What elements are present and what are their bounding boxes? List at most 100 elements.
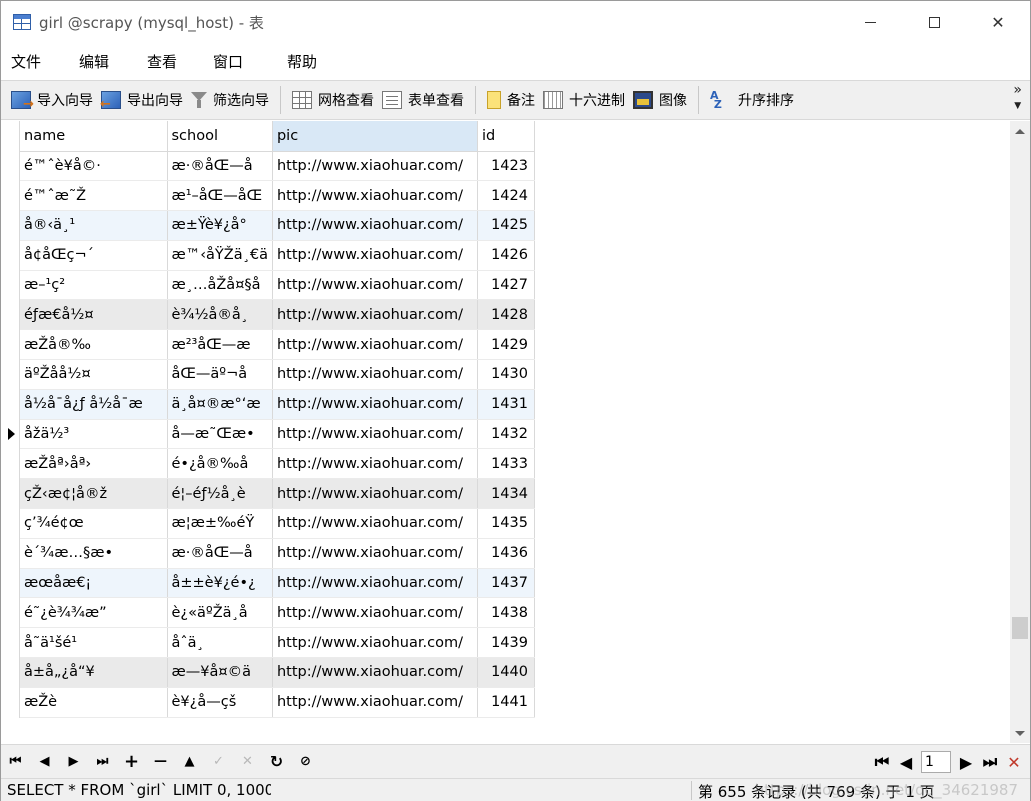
table-row[interactable]: æŽè è¥¿å—çš http://www.xiaohuar.com/1441 [20, 687, 535, 718]
cell-name[interactable]: å¢åŒç¬´ [20, 240, 168, 271]
cell-id[interactable]: 1431 [477, 389, 535, 420]
cell-pic[interactable]: http://www.xiaohuar.com/ [272, 568, 478, 599]
cell-pic[interactable]: http://www.xiaohuar.com/ [272, 508, 478, 539]
cell-name[interactable]: å˜ä¹šé¹ [20, 627, 168, 659]
table-row[interactable]: åžä½³ å—æ˜Œæ• http://www.xiaohuar.com/1432 [20, 419, 535, 450]
column-header-id[interactable]: id [477, 121, 535, 152]
cell-name[interactable]: é™ˆæ˜Ž [20, 180, 168, 212]
cell-id[interactable]: 1428 [477, 299, 535, 331]
table-row[interactable]: å±å„¿å“¥ æ—¥å¤©ä http://www.xiaohuar.com/1… [20, 657, 535, 688]
table-row[interactable]: å½­å¯å¿ƒ å½­å¯æ ä¸­å¤®æ°‘æ http://www.xiao… [20, 389, 535, 420]
stop-button[interactable]: ⊘ [291, 748, 320, 776]
cell-school[interactable]: ä¸­å¤®æ°‘æ [167, 389, 273, 420]
scroll-thumb[interactable] [1012, 617, 1028, 639]
add-record-button[interactable]: + [117, 748, 146, 776]
menu-help[interactable]: 帮助 [277, 51, 345, 72]
table-row[interactable]: éƒ­æ€å½¤ è¾½å®å¸ http://www.xiaohuar.com/1… [20, 299, 535, 331]
cell-name[interactable]: åžä½³ [20, 419, 168, 450]
table-row[interactable]: çŽ‹æ¢¦å®ž é¦–éƒ½å¸è http://www.xiaohuar.co… [20, 478, 535, 510]
cell-school[interactable]: é•¿å®‰å [167, 448, 273, 480]
close-button[interactable]: ✕ [966, 1, 1030, 43]
cell-name[interactable]: æ–¹ç² [20, 270, 168, 301]
cell-id[interactable]: 1430 [477, 359, 535, 390]
menu-window[interactable]: 窗口 [203, 51, 277, 72]
table-row[interactable]: å®‹ä¸¹ æ±Ÿè¥¿å° http://www.xiaohuar.com/14… [20, 210, 535, 241]
cell-name[interactable]: é™ˆè¥å©· [20, 151, 168, 182]
cell-school[interactable]: é¦–éƒ½å¸è [167, 478, 273, 510]
cell-name[interactable]: æœå­æ€¡ [20, 568, 168, 599]
cell-pic[interactable]: http://www.xiaohuar.com/ [272, 151, 478, 182]
cell-id[interactable]: 1423 [477, 151, 535, 182]
cell-name[interactable]: è´¾æ…§æ• [20, 538, 168, 569]
cell-name[interactable]: äºŽå­å½¤ [20, 359, 168, 390]
settings-button[interactable]: ✕ [1002, 748, 1026, 776]
table-row[interactable]: ç’¾é¢œ æ­¦æ±‰éŸ http://www.xiaohuar.com/14… [20, 508, 535, 539]
cell-school[interactable]: è¥¿å—çš [167, 687, 273, 718]
cell-school[interactable]: æ·®åŒ—å [167, 151, 273, 182]
filter-wizard-button[interactable]: 筛选向导 [187, 85, 273, 115]
cell-school[interactable]: æ­¦æ±‰éŸ [167, 508, 273, 539]
delete-record-button[interactable]: — [146, 748, 175, 776]
minimize-button[interactable] [838, 1, 902, 43]
cell-school[interactable]: åˆä¸­ [167, 627, 273, 659]
cell-name[interactable]: éƒ­æ€å½¤ [20, 299, 168, 331]
column-header-pic[interactable]: pic [272, 121, 478, 152]
cell-school[interactable]: è¿«äºŽä¸­å [167, 597, 273, 629]
cell-id[interactable]: 1433 [477, 448, 535, 480]
toolbar-overflow-button[interactable]: » ▼ [1013, 83, 1022, 113]
grid-view-button[interactable]: 网格查看 [288, 85, 378, 115]
cell-id[interactable]: 1434 [477, 478, 535, 510]
cell-school[interactable]: åŒ—äº¬å [167, 359, 273, 390]
cell-name[interactable]: é˜¿è¾¾æ” [20, 597, 168, 629]
export-wizard-button[interactable]: 导出向导 [97, 85, 187, 115]
previous-page-button[interactable]: ◀ [894, 748, 918, 776]
table-row[interactable]: æŽå®‰ æ²³åŒ—æ http://www.xiaohuar.com/1429 [20, 329, 535, 361]
table-row[interactable]: æŽåª›åª› é•¿å®‰å http://www.xiaohuar.com/1… [20, 448, 535, 480]
cell-id[interactable]: 1438 [477, 597, 535, 629]
discard-changes-button[interactable]: ✕ [233, 748, 262, 776]
next-record-button[interactable]: ▶ [59, 748, 88, 776]
cell-id[interactable]: 1432 [477, 419, 535, 450]
cell-pic[interactable]: http://www.xiaohuar.com/ [272, 359, 478, 390]
sort-ascending-button[interactable]: A Z 升序排序 [706, 85, 798, 115]
cell-name[interactable]: çŽ‹æ¢¦å®ž [20, 478, 168, 510]
menu-view[interactable]: 查看 [137, 51, 203, 72]
column-header-school[interactable]: school [167, 121, 273, 152]
cell-id[interactable]: 1425 [477, 210, 535, 241]
next-page-button[interactable]: ▶ [954, 748, 978, 776]
cell-id[interactable]: 1436 [477, 538, 535, 569]
table-row[interactable]: é˜¿è¾¾æ” è¿«äºŽä¸­å http://www.xiaohuar.co… [20, 597, 535, 629]
table-row[interactable]: æœå­æ€¡ å±±è¥¿é•¿ http://www.xiaohuar.com/… [20, 568, 535, 599]
previous-record-button[interactable]: ◀ [30, 748, 59, 776]
cell-id[interactable]: 1429 [477, 329, 535, 361]
hex-button[interactable]: 十六进制 [539, 85, 629, 115]
cell-id[interactable]: 1424 [477, 180, 535, 212]
cell-school[interactable]: æ·®åŒ—å [167, 538, 273, 569]
vertical-scrollbar[interactable] [1010, 121, 1030, 743]
scroll-up-button[interactable] [1010, 121, 1030, 141]
cell-name[interactable]: å½­å¯å¿ƒ å½­å¯æ [20, 389, 168, 420]
maximize-button[interactable] [902, 1, 966, 43]
cell-pic[interactable]: http://www.xiaohuar.com/ [272, 329, 478, 361]
import-wizard-button[interactable]: 导入向导 [7, 85, 97, 115]
cell-pic[interactable]: http://www.xiaohuar.com/ [272, 538, 478, 569]
cell-name[interactable]: å±å„¿å“¥ [20, 657, 168, 688]
cell-pic[interactable]: http://www.xiaohuar.com/ [272, 448, 478, 480]
cell-school[interactable]: æ±Ÿè¥¿å° [167, 210, 273, 241]
image-button[interactable]: 图像 [629, 85, 691, 115]
last-page-button[interactable]: ⏭ [978, 748, 1002, 776]
cell-id[interactable]: 1440 [477, 657, 535, 688]
cell-name[interactable]: æŽè [20, 687, 168, 718]
cell-pic[interactable]: http://www.xiaohuar.com/ [272, 299, 478, 331]
table-row[interactable]: é™ˆè¥å©· æ·®åŒ—å http://www.xiaohuar.com/1… [20, 151, 535, 182]
form-view-button[interactable]: 表单查看 [378, 85, 468, 115]
cell-id[interactable]: 1437 [477, 568, 535, 599]
cell-pic[interactable]: http://www.xiaohuar.com/ [272, 240, 478, 271]
table-row[interactable]: è´¾æ…§æ• æ·®åŒ—å http://www.xiaohuar.com/1… [20, 538, 535, 569]
menu-file[interactable]: 文件 [1, 51, 69, 72]
cell-pic[interactable]: http://www.xiaohuar.com/ [272, 389, 478, 420]
cell-name[interactable]: æŽåª›åª› [20, 448, 168, 480]
apply-changes-button[interactable]: ✓ [204, 748, 233, 776]
cell-name[interactable]: ç’¾é¢œ [20, 508, 168, 539]
cell-school[interactable]: æ—¥å¤©ä [167, 657, 273, 688]
